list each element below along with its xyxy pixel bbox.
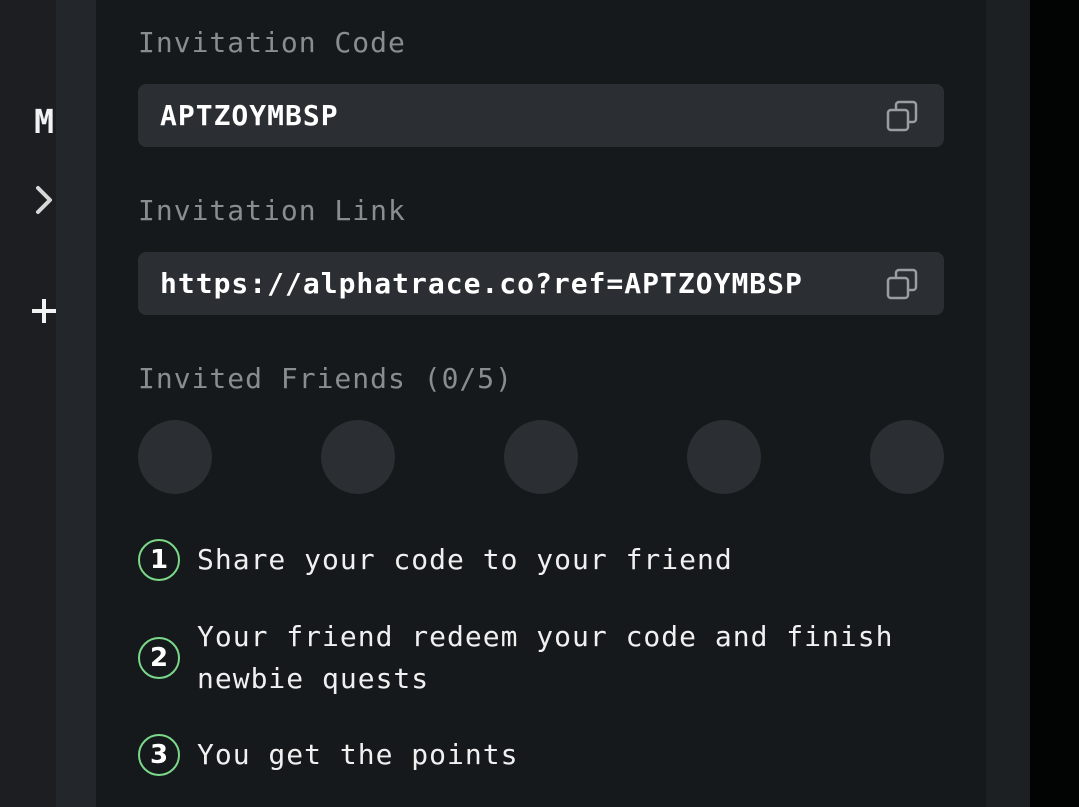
invitation-code-label: Invitation Code xyxy=(138,26,406,59)
invitation-code-field: APTZOYMBSP xyxy=(138,84,944,147)
invited-friends-label: Invited Friends (0/5) xyxy=(138,362,514,395)
step-text: Your friend redeem your code and finish … xyxy=(197,620,894,695)
friend-slot-avatar xyxy=(504,420,578,494)
plus-icon[interactable] xyxy=(31,290,57,330)
gutter xyxy=(56,0,96,807)
right-gap xyxy=(986,0,1030,807)
step-number-badge: 2 xyxy=(138,637,180,679)
invitation-code-value: APTZOYMBSP xyxy=(160,99,339,132)
step-text: Share your code to your friend xyxy=(197,543,733,576)
friend-slot-avatar xyxy=(870,420,944,494)
sidebar: M xyxy=(0,0,56,807)
step-text: You get the points xyxy=(197,738,519,771)
right-edge xyxy=(1030,0,1079,807)
invitation-link-label: Invitation Link xyxy=(138,194,406,227)
friend-slot-avatar xyxy=(138,420,212,494)
chevron-right-icon[interactable] xyxy=(32,180,56,220)
copy-icon[interactable] xyxy=(886,100,918,132)
invitation-link-value: https://alphatrace.co?ref=APTZOYMBSP xyxy=(160,267,803,300)
step-number-badge: 3 xyxy=(138,734,180,776)
friend-slot-avatar xyxy=(687,420,761,494)
copy-icon[interactable] xyxy=(886,268,918,300)
step-number-badge: 1 xyxy=(138,539,180,581)
invitation-link-field: https://alphatrace.co?ref=APTZOYMBSP xyxy=(138,252,944,315)
sidebar-item-m[interactable]: M xyxy=(34,102,54,141)
friend-slot-avatar xyxy=(321,420,395,494)
